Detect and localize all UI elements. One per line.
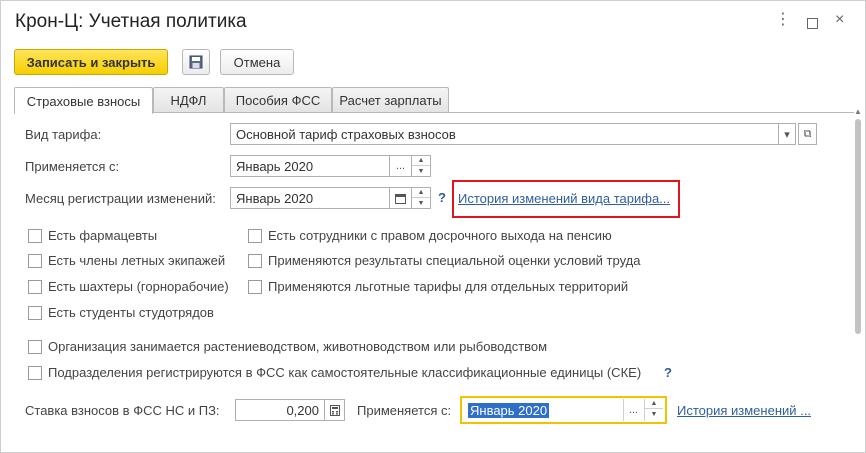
tariff-dropdown-button[interactable]: ▾ — [779, 123, 796, 145]
floppy-disk-icon — [189, 55, 203, 69]
checkbox-label: Применяются льготные тарифы для отдельны… — [268, 279, 629, 294]
applies-from-field[interactable]: Январь 2020 — [230, 155, 390, 177]
checkbox-box[interactable] — [248, 279, 262, 294]
maximize-icon[interactable] — [807, 18, 818, 29]
checkbox-label: Есть члены летных экипажей — [48, 253, 226, 268]
save-and-close-button[interactable]: Записать и закрыть — [14, 49, 168, 75]
checkbox-pharmacists[interactable]: Есть фармацевты — [28, 228, 157, 243]
stepper-up-icon[interactable]: ▲ — [412, 156, 430, 166]
checkbox-flight-crew[interactable]: Есть члены летных экипажей — [28, 253, 225, 268]
checkbox-box[interactable] — [28, 305, 42, 320]
checkbox-special-assessment[interactable]: Применяются результаты специальной оценк… — [248, 253, 640, 268]
window-title: Крон-Ц: Учетная политика — [15, 11, 247, 32]
dialog-window: Крон-Ц: Учетная политика ⋮ × Записать и … — [0, 0, 866, 453]
open-form-icon: ⧉ — [803, 127, 812, 140]
checkbox-box[interactable] — [28, 253, 42, 268]
stepper-down-icon[interactable]: ▼ — [412, 198, 430, 208]
checkbox-label: Есть сотрудники с правом досрочного выхо… — [268, 228, 612, 243]
checkbox-box[interactable] — [248, 228, 262, 243]
tariff-history-link[interactable]: История изменений вида тарифа... — [458, 191, 670, 206]
checkbox-label: Организация занимается растениеводством,… — [48, 339, 548, 354]
calculator-button[interactable] — [325, 399, 345, 421]
checkbox-cke[interactable]: Подразделения регистрируются в ФСС как с… — [28, 365, 641, 380]
save-button[interactable] — [182, 49, 210, 75]
more-icon[interactable]: ⋮ — [775, 12, 791, 28]
stepper-up-icon[interactable]: ▲ — [645, 399, 663, 409]
close-icon[interactable]: × — [835, 12, 844, 28]
checkbox-box[interactable] — [248, 253, 262, 268]
checkbox-early-retirement[interactable]: Есть сотрудники с правом досрочного выхо… — [248, 228, 612, 243]
calculator-icon — [329, 404, 340, 416]
checkbox-label: Есть студенты студотрядов — [48, 305, 214, 320]
checkbox-box[interactable] — [28, 339, 42, 354]
tariff-open-button[interactable]: ⧉ — [798, 123, 817, 145]
scroll-thumb[interactable] — [855, 119, 861, 334]
checkbox-label: Есть фармацевты — [48, 228, 158, 243]
applies-from-choose-button[interactable]: ... — [390, 155, 412, 177]
checkbox-label: Применяются результаты специальной оценк… — [268, 253, 641, 268]
help-icon[interactable]: ? — [438, 190, 446, 205]
fss-rate-label: Ставка взносов в ФСС НС и ПЗ: — [25, 403, 220, 418]
scroll-up-icon[interactable]: ▲ — [854, 107, 862, 116]
calendar-button[interactable] — [390, 187, 412, 209]
applies-from-stepper[interactable]: ▲ ▼ — [412, 155, 431, 177]
fss-applies-field[interactable]: Январь 2020 — [463, 399, 623, 421]
stepper-down-icon[interactable]: ▼ — [412, 166, 430, 176]
fss-applies-stepper[interactable]: ▲ ▼ — [644, 399, 663, 421]
tariff-type-field[interactable]: Основной тариф страховых взносов — [230, 123, 779, 145]
help-icon[interactable]: ? — [664, 365, 672, 380]
checkbox-box[interactable] — [28, 228, 42, 243]
checkbox-box[interactable] — [28, 279, 42, 294]
checkbox-student-teams[interactable]: Есть студенты студотрядов — [28, 305, 214, 320]
chevron-down-icon: ▾ — [784, 128, 790, 141]
change-month-label: Месяц регистрации изменений: — [25, 191, 216, 206]
stepper-up-icon[interactable]: ▲ — [412, 188, 430, 198]
vertical-scrollbar[interactable]: ▲ — [853, 107, 863, 447]
fss-applies-choose-button[interactable]: ... — [623, 399, 643, 421]
fss-applies-value: Январь 2020 — [468, 402, 550, 418]
checkbox-label: Есть шахтеры (горнорабочие) — [48, 279, 229, 294]
fss-rate-field[interactable]: 0,200 — [235, 399, 325, 421]
checkbox-label: Подразделения регистрируются в ФСС как с… — [48, 365, 642, 380]
tab-payroll[interactable]: Расчет зарплаты — [332, 87, 449, 113]
applies-from-label: Применяется с: — [25, 159, 120, 174]
change-month-stepper[interactable]: ▲ ▼ — [412, 187, 431, 209]
calendar-icon — [395, 193, 406, 204]
checkbox-agriculture[interactable]: Организация занимается растениеводством,… — [28, 339, 547, 354]
tab-insurance[interactable]: Страховые взносы — [14, 87, 153, 114]
stepper-down-icon[interactable]: ▼ — [645, 409, 663, 419]
checkbox-miners[interactable]: Есть шахтеры (горнорабочие) — [28, 279, 229, 294]
checkbox-box[interactable] — [28, 365, 42, 380]
tab-fss-benefits[interactable]: Пособия ФСС — [224, 87, 332, 113]
tab-ndfl[interactable]: НДФЛ — [153, 87, 224, 113]
fss-applies-label: Применяется с: — [357, 403, 452, 418]
cancel-button[interactable]: Отмена — [220, 49, 294, 75]
change-month-field[interactable]: Январь 2020 — [230, 187, 390, 209]
tariff-type-label: Вид тарифа: — [25, 127, 102, 142]
fss-history-link[interactable]: История изменений ... — [677, 403, 811, 418]
checkbox-preferential-tariffs[interactable]: Применяются льготные тарифы для отдельны… — [248, 279, 628, 294]
